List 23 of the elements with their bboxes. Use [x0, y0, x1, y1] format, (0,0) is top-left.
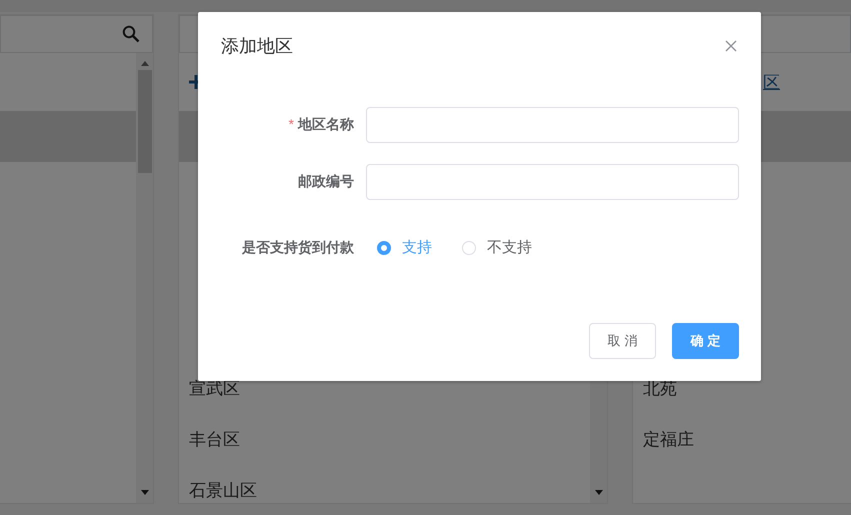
scrollbar[interactable] — [136, 53, 153, 503]
radio-label[interactable]: 不支持 — [487, 238, 532, 257]
list-row[interactable]: 丰台区 — [179, 417, 590, 468]
confirm-button[interactable]: 确 定 — [672, 323, 739, 359]
scroll-up-icon[interactable] — [140, 61, 148, 66]
field-label: 地区名称 — [298, 116, 354, 132]
radio-button[interactable] — [377, 240, 391, 254]
field-label: 是否支持货到付款 — [242, 238, 354, 254]
radio-label[interactable]: 支持 — [402, 238, 432, 257]
close-icon[interactable] — [725, 40, 737, 52]
scrollbar-thumb[interactable] — [138, 70, 152, 173]
cancel-button[interactable]: 取 消 — [589, 323, 656, 359]
input-field[interactable] — [366, 164, 739, 200]
dialog-title: 添加地区 — [221, 35, 293, 58]
search-icon[interactable] — [122, 25, 140, 43]
list-row[interactable]: 定福庄 — [633, 417, 851, 468]
scroll-down-icon[interactable] — [140, 490, 148, 495]
scroll-down-icon[interactable] — [594, 490, 602, 495]
required-mark: * — [288, 116, 294, 132]
field-label: 邮政编号 — [298, 173, 354, 189]
list-row[interactable]: 石景山区 — [179, 468, 590, 503]
search-field[interactable] — [0, 15, 153, 53]
input-field[interactable] — [366, 107, 739, 143]
